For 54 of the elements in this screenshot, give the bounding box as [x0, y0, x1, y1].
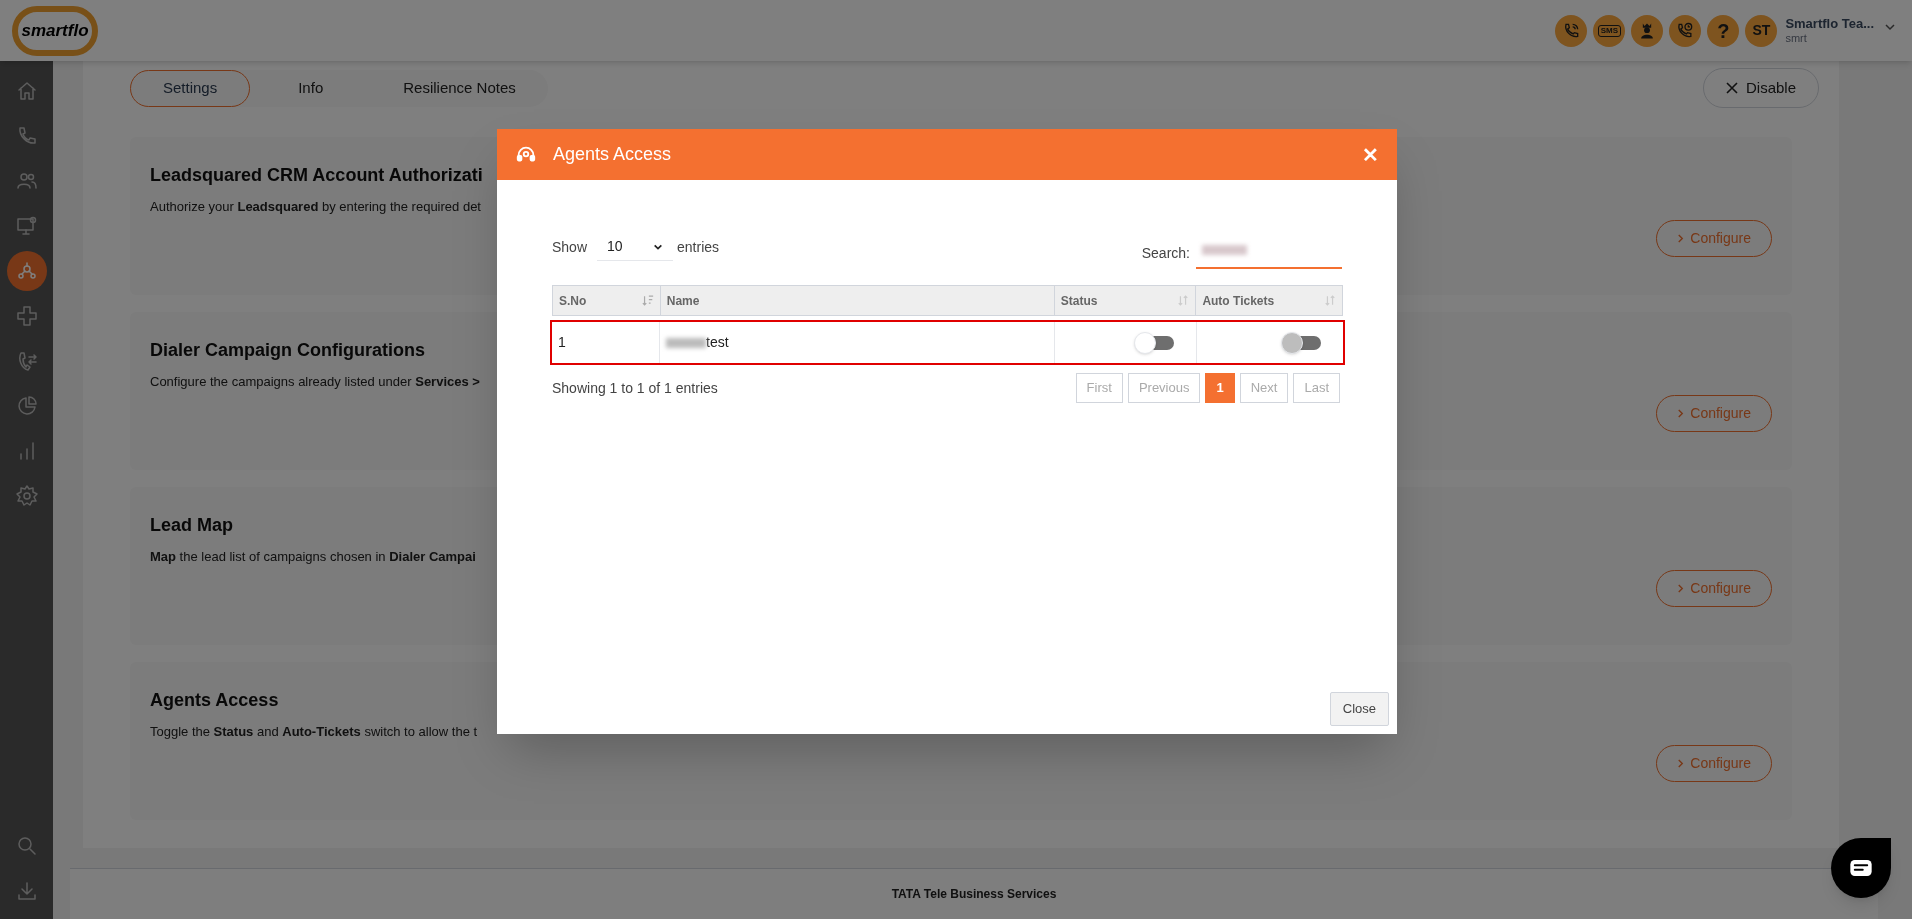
close-button[interactable]: Close [1329, 692, 1389, 726]
page-button[interactable]: Previous [1127, 373, 1201, 403]
tab[interactable]: Resilience Notes [371, 69, 548, 107]
phone-icon[interactable] [1555, 14, 1588, 47]
page-size-select[interactable]: 10 [597, 233, 674, 261]
card-title: Dialer Campaign Configurations [150, 339, 427, 362]
smartflo-logo[interactable]: smartflo [12, 5, 98, 56]
chat-button[interactable] [1831, 838, 1891, 898]
card-title: Lead Map [150, 514, 234, 537]
close-icon [1725, 82, 1738, 94]
table-cell-text: test [706, 333, 729, 352]
agent-icon[interactable] [1631, 14, 1664, 47]
page-button[interactable]: First [1075, 373, 1123, 403]
card-title: Leadsquared CRM Account Authorizati [150, 164, 483, 187]
modal-title: Agents Access [553, 143, 672, 166]
page-button[interactable]: 1 [1205, 373, 1235, 403]
user-name[interactable]: Smartflo Tea... [1785, 15, 1874, 32]
search-label: Search: [1141, 244, 1190, 263]
table-row[interactable]: 1 test [552, 322, 1343, 363]
column-header[interactable]: Status [1054, 286, 1197, 315]
sort-icon [1177, 295, 1190, 306]
show-label: Show [552, 238, 588, 257]
card-description: Toggle the Status and Auto-Tickets switch to allow the t [150, 723, 478, 741]
footer-text: TATA Tele Business Services [891, 886, 1057, 903]
sort-icon [1324, 295, 1336, 306]
user-org: smrt [1785, 31, 1808, 46]
page-button[interactable]: Next [1239, 373, 1289, 403]
disable-button[interactable]: Disable [1702, 68, 1819, 108]
column-header[interactable]: Name [660, 286, 1055, 315]
card-title: Agents Access [150, 689, 280, 712]
help-icon[interactable]: ? [1707, 14, 1740, 47]
phone-clock-icon[interactable] [1669, 14, 1702, 47]
tab[interactable]: Info [266, 69, 356, 107]
user-avatar[interactable]: ST [1745, 14, 1778, 47]
chat-icon [1850, 860, 1872, 876]
entries-label: entries [677, 238, 720, 257]
table-cell: 1 [552, 322, 660, 363]
chevron-right-icon [1677, 583, 1685, 594]
chevron-right-icon [1677, 758, 1685, 769]
card-description: Authorize your Leadsquared by entering the required det [150, 198, 482, 216]
toggle-switch[interactable] [1134, 331, 1174, 354]
card-description: Map the lead list of campaigns chosen in Dialer Campai [150, 548, 476, 566]
redacted-blur [1202, 245, 1247, 255]
column-header[interactable]: Auto Tickets [1196, 286, 1342, 315]
entries-info: Showing 1 to 1 of 1 entries [552, 378, 718, 398]
page-button[interactable]: Last [1293, 373, 1340, 403]
chevron-right-icon [1677, 408, 1685, 419]
sms-icon[interactable]: SMS [1593, 14, 1626, 47]
network-icon[interactable] [6, 251, 47, 291]
column-header[interactable]: S.No [553, 286, 661, 315]
chevron-right-icon [1677, 233, 1685, 244]
sort-icon [641, 295, 654, 306]
card-description: Configure the campaigns already listed under Services > [150, 373, 480, 391]
redacted-blur [666, 337, 706, 348]
